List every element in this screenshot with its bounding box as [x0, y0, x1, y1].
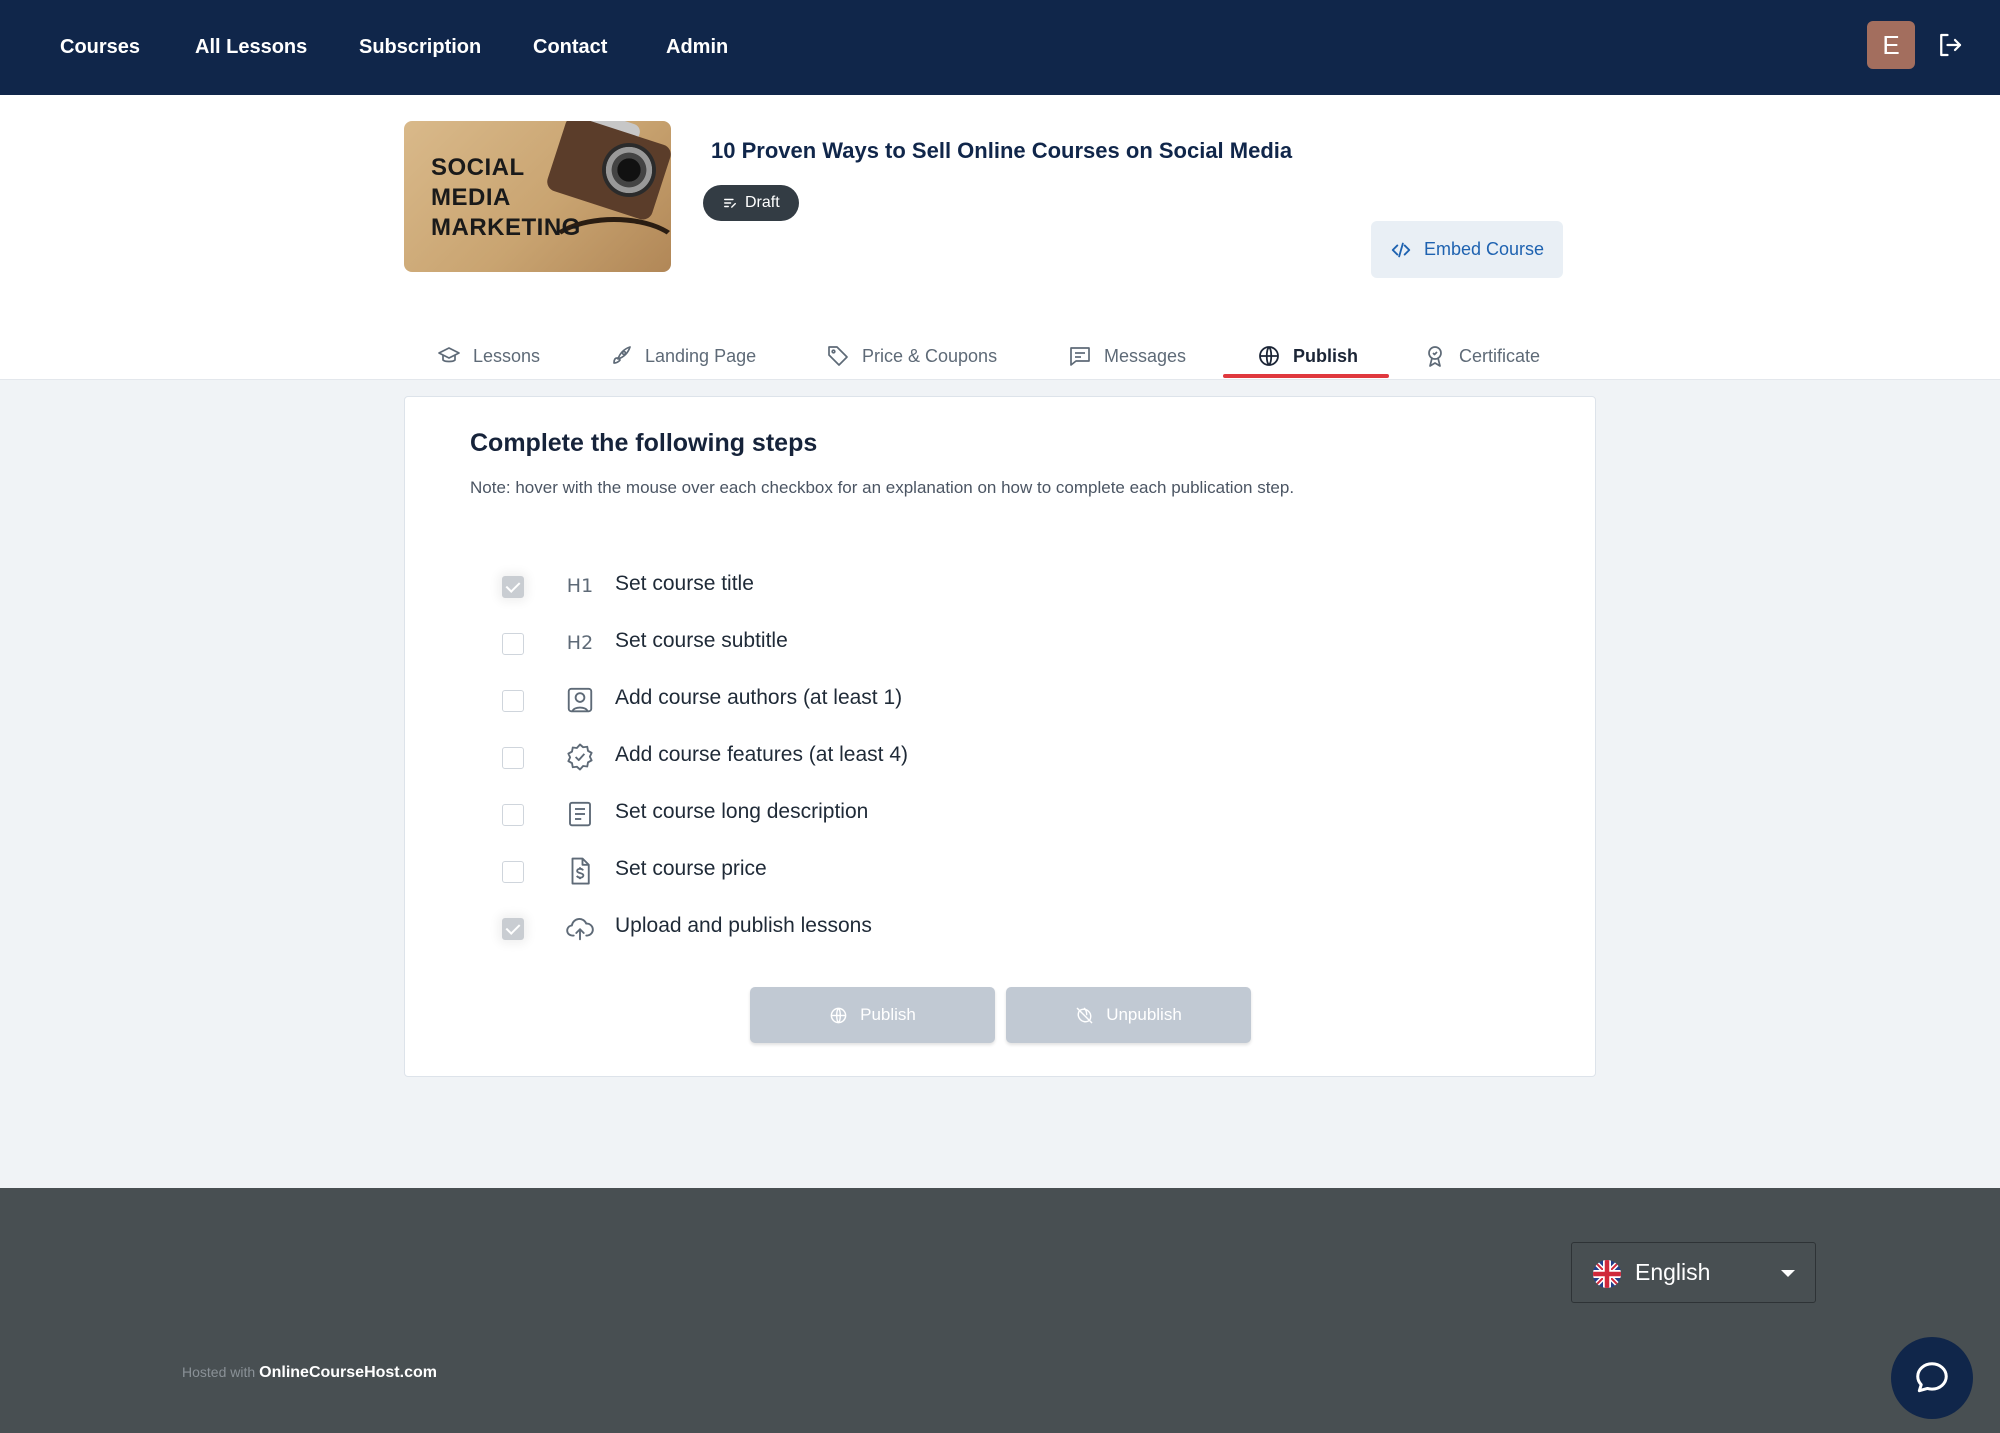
chevron-down-icon: [1781, 1270, 1795, 1277]
nav-courses[interactable]: Courses: [60, 36, 140, 59]
tab-certificate-label: Certificate: [1459, 345, 1541, 366]
step-label: Set course long description: [615, 800, 869, 823]
course-title: 10 Proven Ways to Sell Online Courses on…: [711, 138, 1293, 163]
tab-messages[interactable]: Messages: [1068, 334, 1186, 378]
unpublish-button[interactable]: Unpublish: [1006, 987, 1251, 1043]
nav-contact[interactable]: Contact: [533, 36, 607, 59]
tab-price-coupons[interactable]: Price & Coupons: [826, 334, 997, 378]
mortarboard-icon: [438, 347, 460, 363]
globe-icon: [830, 1007, 847, 1023]
unpublish-button-label: Unpublish: [1106, 1005, 1182, 1024]
publish-button[interactable]: Publish: [750, 987, 995, 1043]
file-dollar-icon: [564, 855, 596, 887]
footer: [0, 1188, 2000, 1433]
tab-landing-page[interactable]: Landing Page: [609, 334, 756, 378]
nav-subscription[interactable]: Subscription: [359, 36, 481, 59]
user-square-icon: [564, 684, 596, 716]
tab-landing-page-label: Landing Page: [645, 345, 757, 366]
step-long-description: Set course long description: [500, 792, 1100, 832]
rocket-icon: [613, 346, 631, 364]
code-icon: [1391, 242, 1411, 257]
step-checkbox[interactable]: [502, 861, 524, 883]
step-checkbox[interactable]: [502, 918, 524, 940]
step-checkbox[interactable]: [502, 633, 524, 655]
nav-all-lessons[interactable]: All Lessons: [195, 36, 307, 59]
step-label: Add course authors (at least 1): [615, 686, 903, 709]
camera-lens: [602, 143, 656, 197]
step-course-subtitle: H2 Set course subtitle: [500, 621, 1100, 661]
nav-admin[interactable]: Admin: [666, 36, 728, 59]
logout-icon[interactable]: [1935, 30, 1965, 60]
status-label: Draft: [745, 194, 780, 211]
h2-icon: H2: [566, 632, 594, 654]
step-label: Set course price: [615, 857, 767, 880]
embed-course-label: Embed Course: [1423, 239, 1545, 259]
tab-lessons-label: Lessons: [473, 345, 541, 366]
thumbnail-text: SOCIAL MEDIA MARKETING: [431, 154, 581, 241]
tab-messages-label: Messages: [1104, 345, 1187, 366]
step-checkbox[interactable]: [502, 690, 524, 712]
step-course-features: Add course features (at least 4): [500, 735, 1100, 775]
chat-bubble-icon: [1916, 1362, 1948, 1393]
step-course-title: H1 Set course title: [500, 564, 1100, 604]
steps-heading: Complete the following steps: [470, 429, 818, 457]
language-select[interactable]: English: [1571, 1242, 1816, 1303]
document-lines-icon: [564, 798, 596, 830]
h1-icon: H1: [566, 575, 594, 597]
step-label: Add course features (at least 4): [615, 743, 908, 766]
cloud-upload-icon: [564, 912, 596, 944]
step-label: Set course title: [615, 572, 754, 595]
brand-link[interactable]: OnlineCourseHost.com: [259, 1364, 437, 1381]
tag-icon: [828, 346, 848, 366]
embed-course-button[interactable]: Embed Course: [1371, 221, 1563, 278]
globe-off-icon: [1076, 1007, 1093, 1023]
tab-publish[interactable]: Publish: [1257, 334, 1358, 378]
step-label: Upload and publish lessons: [615, 914, 872, 937]
tab-lessons[interactable]: Lessons: [437, 334, 540, 378]
hosted-with: Hosted with OnlineCourseHost.com: [182, 1364, 437, 1382]
step-label: Set course subtitle: [615, 629, 788, 652]
top-navbar: Courses All Lessons Subscription Contact…: [0, 0, 2000, 95]
publish-button-label: Publish: [860, 1005, 916, 1024]
award-icon: [1428, 346, 1442, 367]
tab-price-coupons-label: Price & Coupons: [862, 345, 998, 366]
tab-publish-label: Publish: [1293, 345, 1359, 366]
language-label: English: [1635, 1259, 1711, 1285]
uk-flag-icon: [1593, 1260, 1621, 1288]
step-checkbox[interactable]: [502, 747, 524, 769]
tab-certificate[interactable]: Certificate: [1423, 334, 1540, 378]
step-course-price: Set course price: [500, 849, 1100, 889]
status-badge: Draft: [703, 185, 799, 221]
chat-button[interactable]: [1891, 1337, 1973, 1419]
active-tab-indicator: [1223, 374, 1389, 378]
badge-check-icon: [564, 741, 596, 773]
step-checkbox[interactable]: [502, 804, 524, 826]
step-upload-lessons: Upload and publish lessons: [500, 906, 1100, 946]
step-course-authors: Add course authors (at least 1): [500, 678, 1100, 718]
hosted-prefix: Hosted with: [182, 1364, 256, 1380]
avatar[interactable]: E: [1867, 21, 1915, 69]
globe-icon: [1259, 346, 1279, 366]
step-checkbox[interactable]: [502, 576, 524, 598]
message-icon: [1070, 347, 1090, 366]
course-thumbnail: SOCIAL MEDIA MARKETING: [404, 121, 671, 272]
steps-note: Note: hover with the mouse over each che…: [470, 478, 1295, 497]
draft-icon: [724, 198, 736, 208]
